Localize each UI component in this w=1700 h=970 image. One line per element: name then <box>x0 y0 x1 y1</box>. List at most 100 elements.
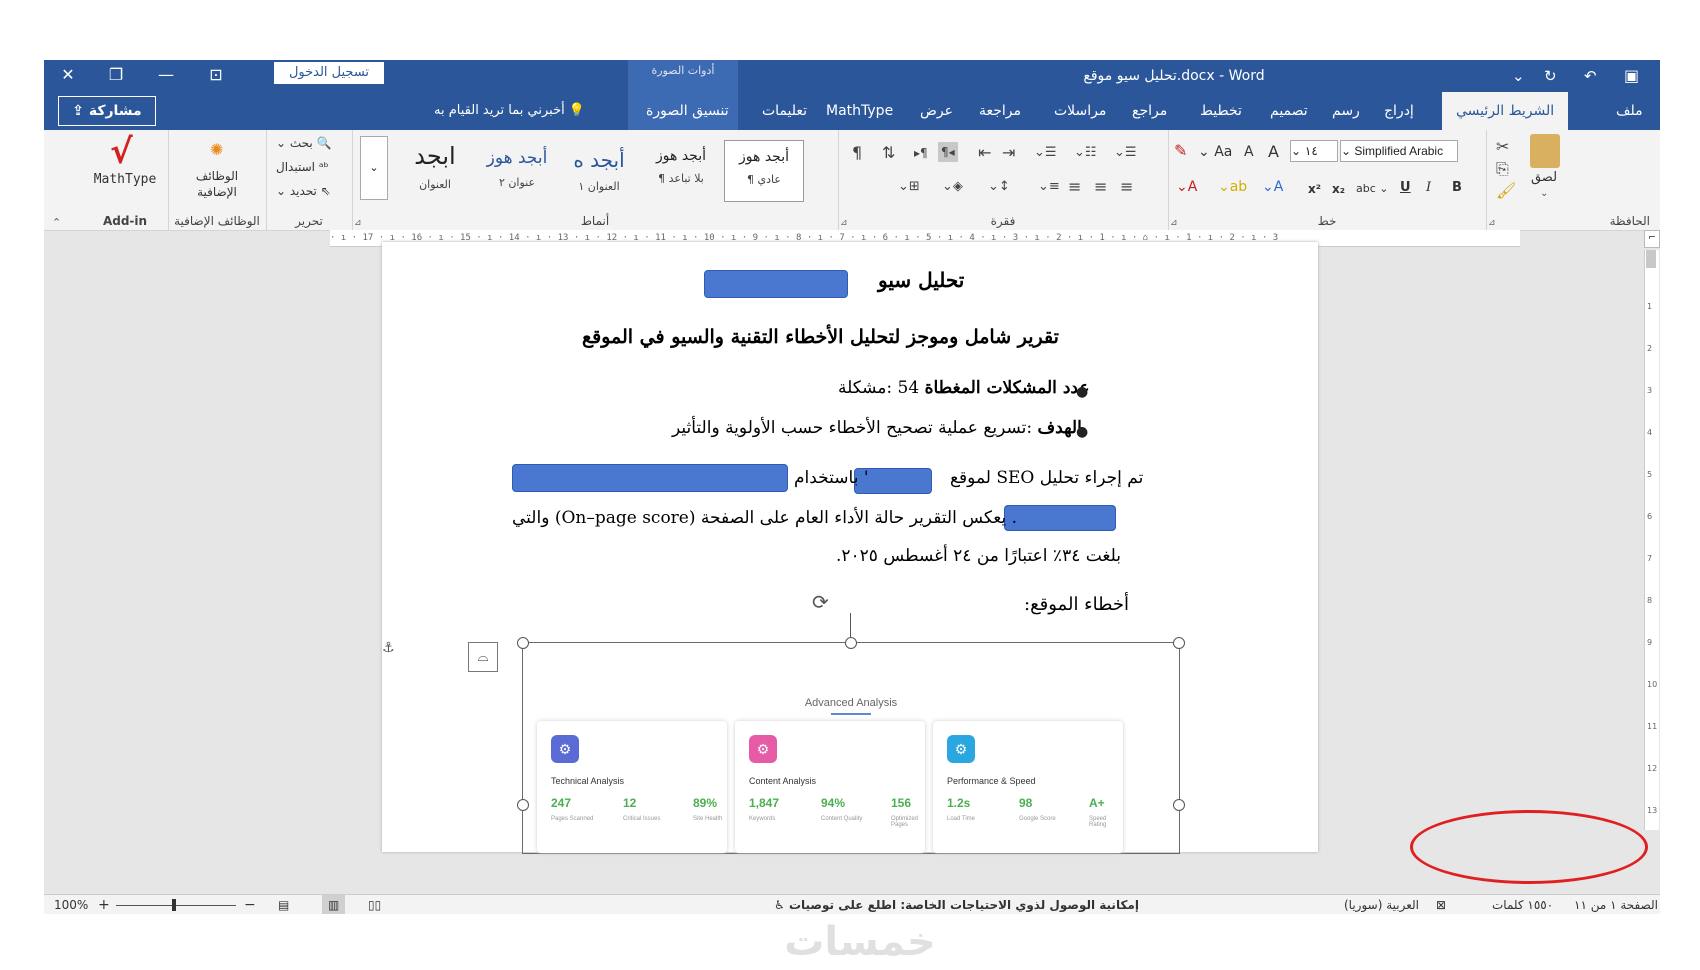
copy-icon[interactable]: ⎘ <box>1496 160 1509 178</box>
decrease-indent-icon[interactable]: ⇥ <box>1002 144 1015 162</box>
zoom-slider[interactable] <box>116 905 236 906</box>
zoom-level[interactable]: 100% <box>54 895 88 914</box>
align-left-icon[interactable]: ≡ <box>1068 178 1081 196</box>
tab-mathtype[interactable]: MathType <box>826 92 893 130</box>
grow-font-button[interactable]: A <box>1268 142 1279 161</box>
tab-design[interactable]: تصميم <box>1270 92 1308 130</box>
tab-review[interactable]: مراجعة <box>979 92 1021 130</box>
show-formatting-icon[interactable]: ¶ <box>852 144 862 162</box>
resize-handle[interactable] <box>845 637 857 649</box>
center-icon[interactable]: ≡ <box>1094 178 1107 196</box>
resize-handle[interactable] <box>517 799 529 811</box>
language-status[interactable]: العربية (سوريا) <box>1344 895 1419 914</box>
highlight-icon[interactable]: ⌄ab <box>1218 178 1247 196</box>
style-item[interactable]: أبجد هوز ¶ بلا تباعد <box>642 140 720 200</box>
tell-me-search[interactable]: أخبرني بما تريد القيام به 💡 <box>434 92 585 130</box>
font-size-select[interactable]: ⌄ ١٤ <box>1290 140 1338 162</box>
numbering-icon[interactable]: ⌄☷ <box>1074 144 1097 162</box>
styles-launcher-icon[interactable]: ⊿ <box>354 218 362 228</box>
tab-layout[interactable]: تخطيط <box>1200 92 1242 130</box>
justify-icon[interactable]: ⌄≡ <box>1038 178 1060 196</box>
save-icon[interactable]: ▣ <box>1624 60 1639 92</box>
underline-button[interactable]: U <box>1400 180 1411 195</box>
zoom-slider-thumb[interactable] <box>172 899 176 911</box>
vertical-ruler[interactable]: 1 2 3 4 5 6 7 8 9 10 11 12 13 <box>1644 250 1659 830</box>
borders-icon[interactable]: ⌄⊞ <box>898 178 920 196</box>
tab-references[interactable]: مراجع <box>1132 92 1167 130</box>
clear-formatting-icon[interactable]: ✎ <box>1174 142 1187 160</box>
tab-help[interactable]: تعليمات <box>762 92 807 130</box>
layout-options-icon[interactable]: ⌓ <box>468 642 498 672</box>
font-launcher-icon[interactable]: ⊿ <box>1170 218 1178 228</box>
tab-file[interactable]: ملف <box>1616 92 1643 130</box>
word-count[interactable]: ١٥٥٠ كلمات <box>1492 895 1553 914</box>
bold-button[interactable]: B <box>1452 180 1462 195</box>
repeat-icon[interactable]: ↻ <box>1544 60 1557 92</box>
rotate-handle-icon[interactable]: ⟳ <box>812 590 829 614</box>
vertical-scrollbar-thumb[interactable] <box>1646 250 1656 268</box>
minimize-window-button[interactable]: — <box>146 60 186 92</box>
shading-icon[interactable]: ⌄◈ <box>942 178 963 196</box>
page-number[interactable]: الصفحة ١ من ١١ <box>1574 895 1658 914</box>
document-page[interactable]: تحليل سيو تقرير شامل وموجز لتحليل الأخطا… <box>382 242 1318 854</box>
font-name-select[interactable]: ⌄ Simplified Arabic <box>1340 140 1458 162</box>
ltr-icon[interactable]: ▸¶ <box>914 144 928 162</box>
addins-button[interactable]: الوظائف الإضافية <box>178 168 256 200</box>
selected-image[interactable]: Advanced Analysis ⚙ Technical Analysis 247… <box>517 613 1185 854</box>
line-spacing-icon[interactable]: ⌄↕ <box>988 178 1010 196</box>
restore-window-button[interactable]: ❐ <box>96 60 136 92</box>
style-item[interactable]: أبجد هوز عنوان ٢ <box>478 140 556 200</box>
sort-icon[interactable]: ⇅ <box>882 144 895 162</box>
zoom-in-icon[interactable]: + <box>98 895 110 914</box>
styles-more-button[interactable]: ⌄ <box>360 136 388 200</box>
bullets-icon[interactable]: ⌄☰ <box>1114 144 1137 162</box>
tab-picture-format[interactable]: تنسيق الصورة <box>646 92 729 130</box>
share-button[interactable]: ⇪ مشاركة <box>58 96 156 126</box>
cut-icon[interactable]: ✂ <box>1496 138 1509 156</box>
replace-button[interactable]: استبدال ᵃᵇ <box>276 160 329 174</box>
strikethrough-button[interactable]: abc ⌄ <box>1356 182 1389 195</box>
resize-handle[interactable] <box>517 637 529 649</box>
clipboard-launcher-icon[interactable]: ⊿ <box>1488 218 1496 228</box>
paragraph-launcher-icon[interactable]: ⊿ <box>840 218 848 228</box>
mathtype-button[interactable]: MathType <box>82 172 168 187</box>
select-button[interactable]: ⌄ تحديد ⇖ <box>276 184 331 198</box>
style-item[interactable]: أبجد ه العنوان ١ <box>560 140 638 200</box>
chevron-down-icon[interactable]: ⌄ <box>1540 188 1548 199</box>
font-color-icon[interactable]: ⌄A <box>1176 178 1197 196</box>
tab-selector-icon[interactable]: ⌐ <box>1644 230 1660 248</box>
format-painter-icon[interactable]: 🖌 <box>1496 182 1516 200</box>
zoom-out-icon[interactable]: − <box>244 895 256 914</box>
subscript-button[interactable]: x₂ <box>1332 182 1345 196</box>
paste-button[interactable]: لصق <box>1524 170 1564 185</box>
close-window-button[interactable]: ✕ <box>48 60 88 92</box>
tab-draw[interactable]: رسم <box>1332 92 1360 130</box>
undo-icon[interactable]: ↶ <box>1584 60 1597 92</box>
tab-insert[interactable]: إدراج <box>1384 92 1414 130</box>
resize-handle[interactable] <box>1173 637 1185 649</box>
align-right-icon[interactable]: ≡ <box>1120 178 1133 196</box>
ribbon-display-options-button[interactable]: ⊡ <box>196 60 236 92</box>
web-layout-icon[interactable]: ▤ <box>278 895 289 914</box>
customize-quick-access-icon[interactable]: ⌄ <box>1512 60 1525 92</box>
resize-handle[interactable] <box>1173 799 1185 811</box>
style-item[interactable]: أبجد هوز ¶ عادي <box>724 140 804 202</box>
tab-view[interactable]: عرض <box>920 92 953 130</box>
tab-home[interactable]: الشريط الرئيسي <box>1442 92 1569 130</box>
change-case-button[interactable]: ⌄ Aa <box>1198 144 1232 160</box>
text-effects-icon[interactable]: ⌄A <box>1262 178 1283 196</box>
italic-button[interactable]: I <box>1426 180 1431 195</box>
increase-indent-icon[interactable]: ⇤ <box>978 144 991 162</box>
accessibility-status[interactable]: إمكانية الوصول لذوي الاحتياجات الخاصة: ا… <box>774 895 1139 914</box>
multilevel-list-icon[interactable]: ⌄☰ <box>1034 144 1057 162</box>
sign-in-button[interactable]: تسجيل الدخول <box>274 62 384 84</box>
print-layout-icon[interactable]: ▥ <box>322 895 346 914</box>
proofing-icon[interactable]: ⊠ <box>1436 895 1446 914</box>
style-item[interactable]: ابجد العنوان <box>396 140 474 200</box>
shrink-font-button[interactable]: A <box>1244 144 1254 160</box>
collapse-ribbon-icon[interactable]: ⌃ <box>52 216 61 229</box>
read-mode-icon[interactable]: ▯▯ <box>368 895 381 914</box>
superscript-button[interactable]: x² <box>1308 182 1321 196</box>
rtl-icon[interactable]: ¶◂ <box>938 142 958 162</box>
find-button[interactable]: ⌄ بحث 🔍 <box>276 136 332 150</box>
